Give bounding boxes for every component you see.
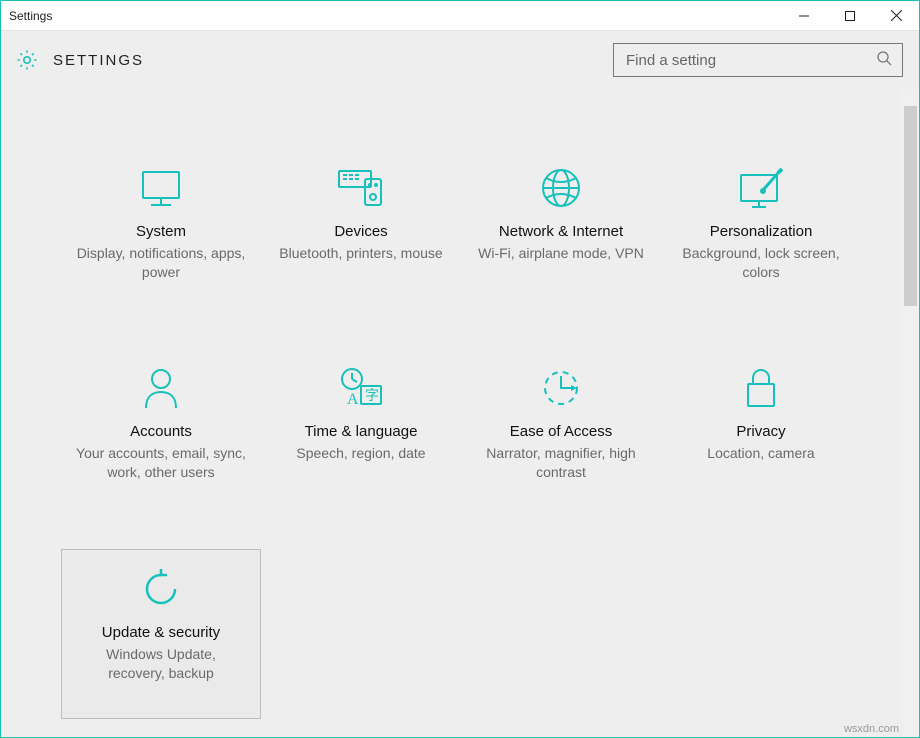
tile-update-security[interactable]: Update & security Windows Update, recove… <box>61 549 261 719</box>
gear-icon <box>15 48 39 72</box>
tile-title: Privacy <box>736 423 785 440</box>
tile-title: Ease of Access <box>510 423 613 440</box>
tile-desc: Location, camera <box>707 444 814 463</box>
tile-desc: Windows Update, recovery, backup <box>76 645 246 683</box>
personalization-icon <box>736 163 786 213</box>
accounts-icon <box>141 363 181 413</box>
tile-title: Devices <box>334 223 387 240</box>
watermark: wsxdn.com <box>844 723 899 735</box>
tile-desc: Speech, region, date <box>296 444 425 463</box>
tile-privacy[interactable]: Privacy Location, camera <box>661 349 861 519</box>
titlebar: Settings <box>1 1 919 31</box>
window-title: Settings <box>1 9 52 23</box>
search-icon <box>876 50 892 71</box>
minimize-button[interactable] <box>781 1 827 31</box>
scrollbar[interactable] <box>902 89 919 737</box>
scrollbar-thumb[interactable] <box>904 106 917 306</box>
tiles-grid: System Display, notifications, apps, pow… <box>1 89 919 737</box>
tile-desc: Bluetooth, printers, mouse <box>279 244 442 263</box>
content-area: System Display, notifications, apps, pow… <box>1 89 919 737</box>
window-controls <box>781 1 919 31</box>
tile-system[interactable]: System Display, notifications, apps, pow… <box>61 149 261 319</box>
tile-title: Personalization <box>710 223 813 240</box>
ease-of-access-icon <box>539 363 583 413</box>
minimize-icon <box>799 11 809 21</box>
search-input[interactable] <box>624 51 876 70</box>
app-title: SETTINGS <box>53 52 144 69</box>
svg-text:字: 字 <box>365 388 379 404</box>
maximize-icon <box>845 11 855 21</box>
search-box[interactable] <box>613 43 903 77</box>
tile-desc: Your accounts, email, sync, work, other … <box>76 444 246 482</box>
svg-text:A: A <box>347 391 359 408</box>
tile-ease-of-access[interactable]: Ease of Access Narrator, magnifier, high… <box>461 349 661 519</box>
tile-desc: Narrator, magnifier, high contrast <box>476 444 646 482</box>
tile-title: System <box>136 223 186 240</box>
devices-icon <box>335 163 387 213</box>
tile-title: Network & Internet <box>499 223 623 240</box>
lock-icon <box>742 363 780 413</box>
header: SETTINGS <box>1 31 919 89</box>
tile-devices[interactable]: Devices Bluetooth, printers, mouse <box>261 149 461 319</box>
system-icon <box>137 163 185 213</box>
close-icon <box>891 10 902 21</box>
update-icon <box>139 564 183 614</box>
tile-title: Update & security <box>102 624 220 641</box>
tile-accounts[interactable]: Accounts Your accounts, email, sync, wor… <box>61 349 261 519</box>
tile-desc: Background, lock screen, colors <box>676 244 846 282</box>
tile-desc: Display, notifications, apps, power <box>76 244 246 282</box>
globe-icon <box>539 163 583 213</box>
close-button[interactable] <box>873 1 919 31</box>
time-language-icon: A 字 <box>337 363 385 413</box>
tile-title: Time & language <box>305 423 418 440</box>
header-left: SETTINGS <box>15 48 144 72</box>
tile-time-language[interactable]: A 字 Time & language Speech, region, date <box>261 349 461 519</box>
settings-window: Settings SETTINGS <box>0 0 920 738</box>
tile-desc: Wi-Fi, airplane mode, VPN <box>478 244 644 263</box>
tile-title: Accounts <box>130 423 192 440</box>
tile-personalization[interactable]: Personalization Background, lock screen,… <box>661 149 861 319</box>
tile-network[interactable]: Network & Internet Wi-Fi, airplane mode,… <box>461 149 661 319</box>
maximize-button[interactable] <box>827 1 873 31</box>
